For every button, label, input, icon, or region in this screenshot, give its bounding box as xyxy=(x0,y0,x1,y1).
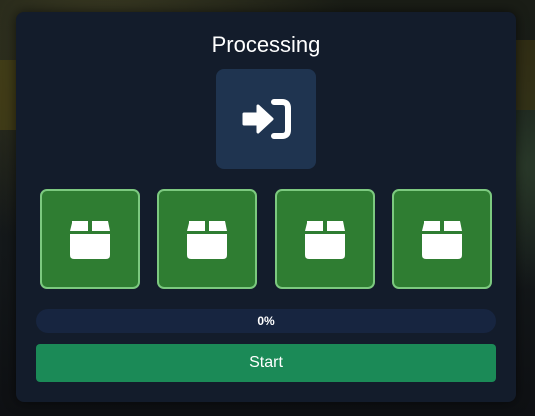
box-icon xyxy=(422,221,462,259)
item-slot[interactable] xyxy=(40,189,140,289)
background-scene-right xyxy=(515,40,535,110)
item-slots xyxy=(40,189,492,289)
item-slot[interactable] xyxy=(275,189,375,289)
start-button[interactable]: Start xyxy=(36,344,496,382)
sign-in-icon xyxy=(242,99,291,139)
progress-bar: 0% xyxy=(36,309,496,333)
box-icon xyxy=(187,221,227,259)
progress-label: 0% xyxy=(257,314,275,328)
dialog-title: Processing xyxy=(211,32,321,57)
box-icon xyxy=(70,221,110,259)
box-icon xyxy=(305,221,345,259)
action-tile xyxy=(216,69,316,169)
processing-dialog: Processing 0% Start xyxy=(16,12,516,402)
item-slot[interactable] xyxy=(157,189,257,289)
item-slot[interactable] xyxy=(392,189,492,289)
